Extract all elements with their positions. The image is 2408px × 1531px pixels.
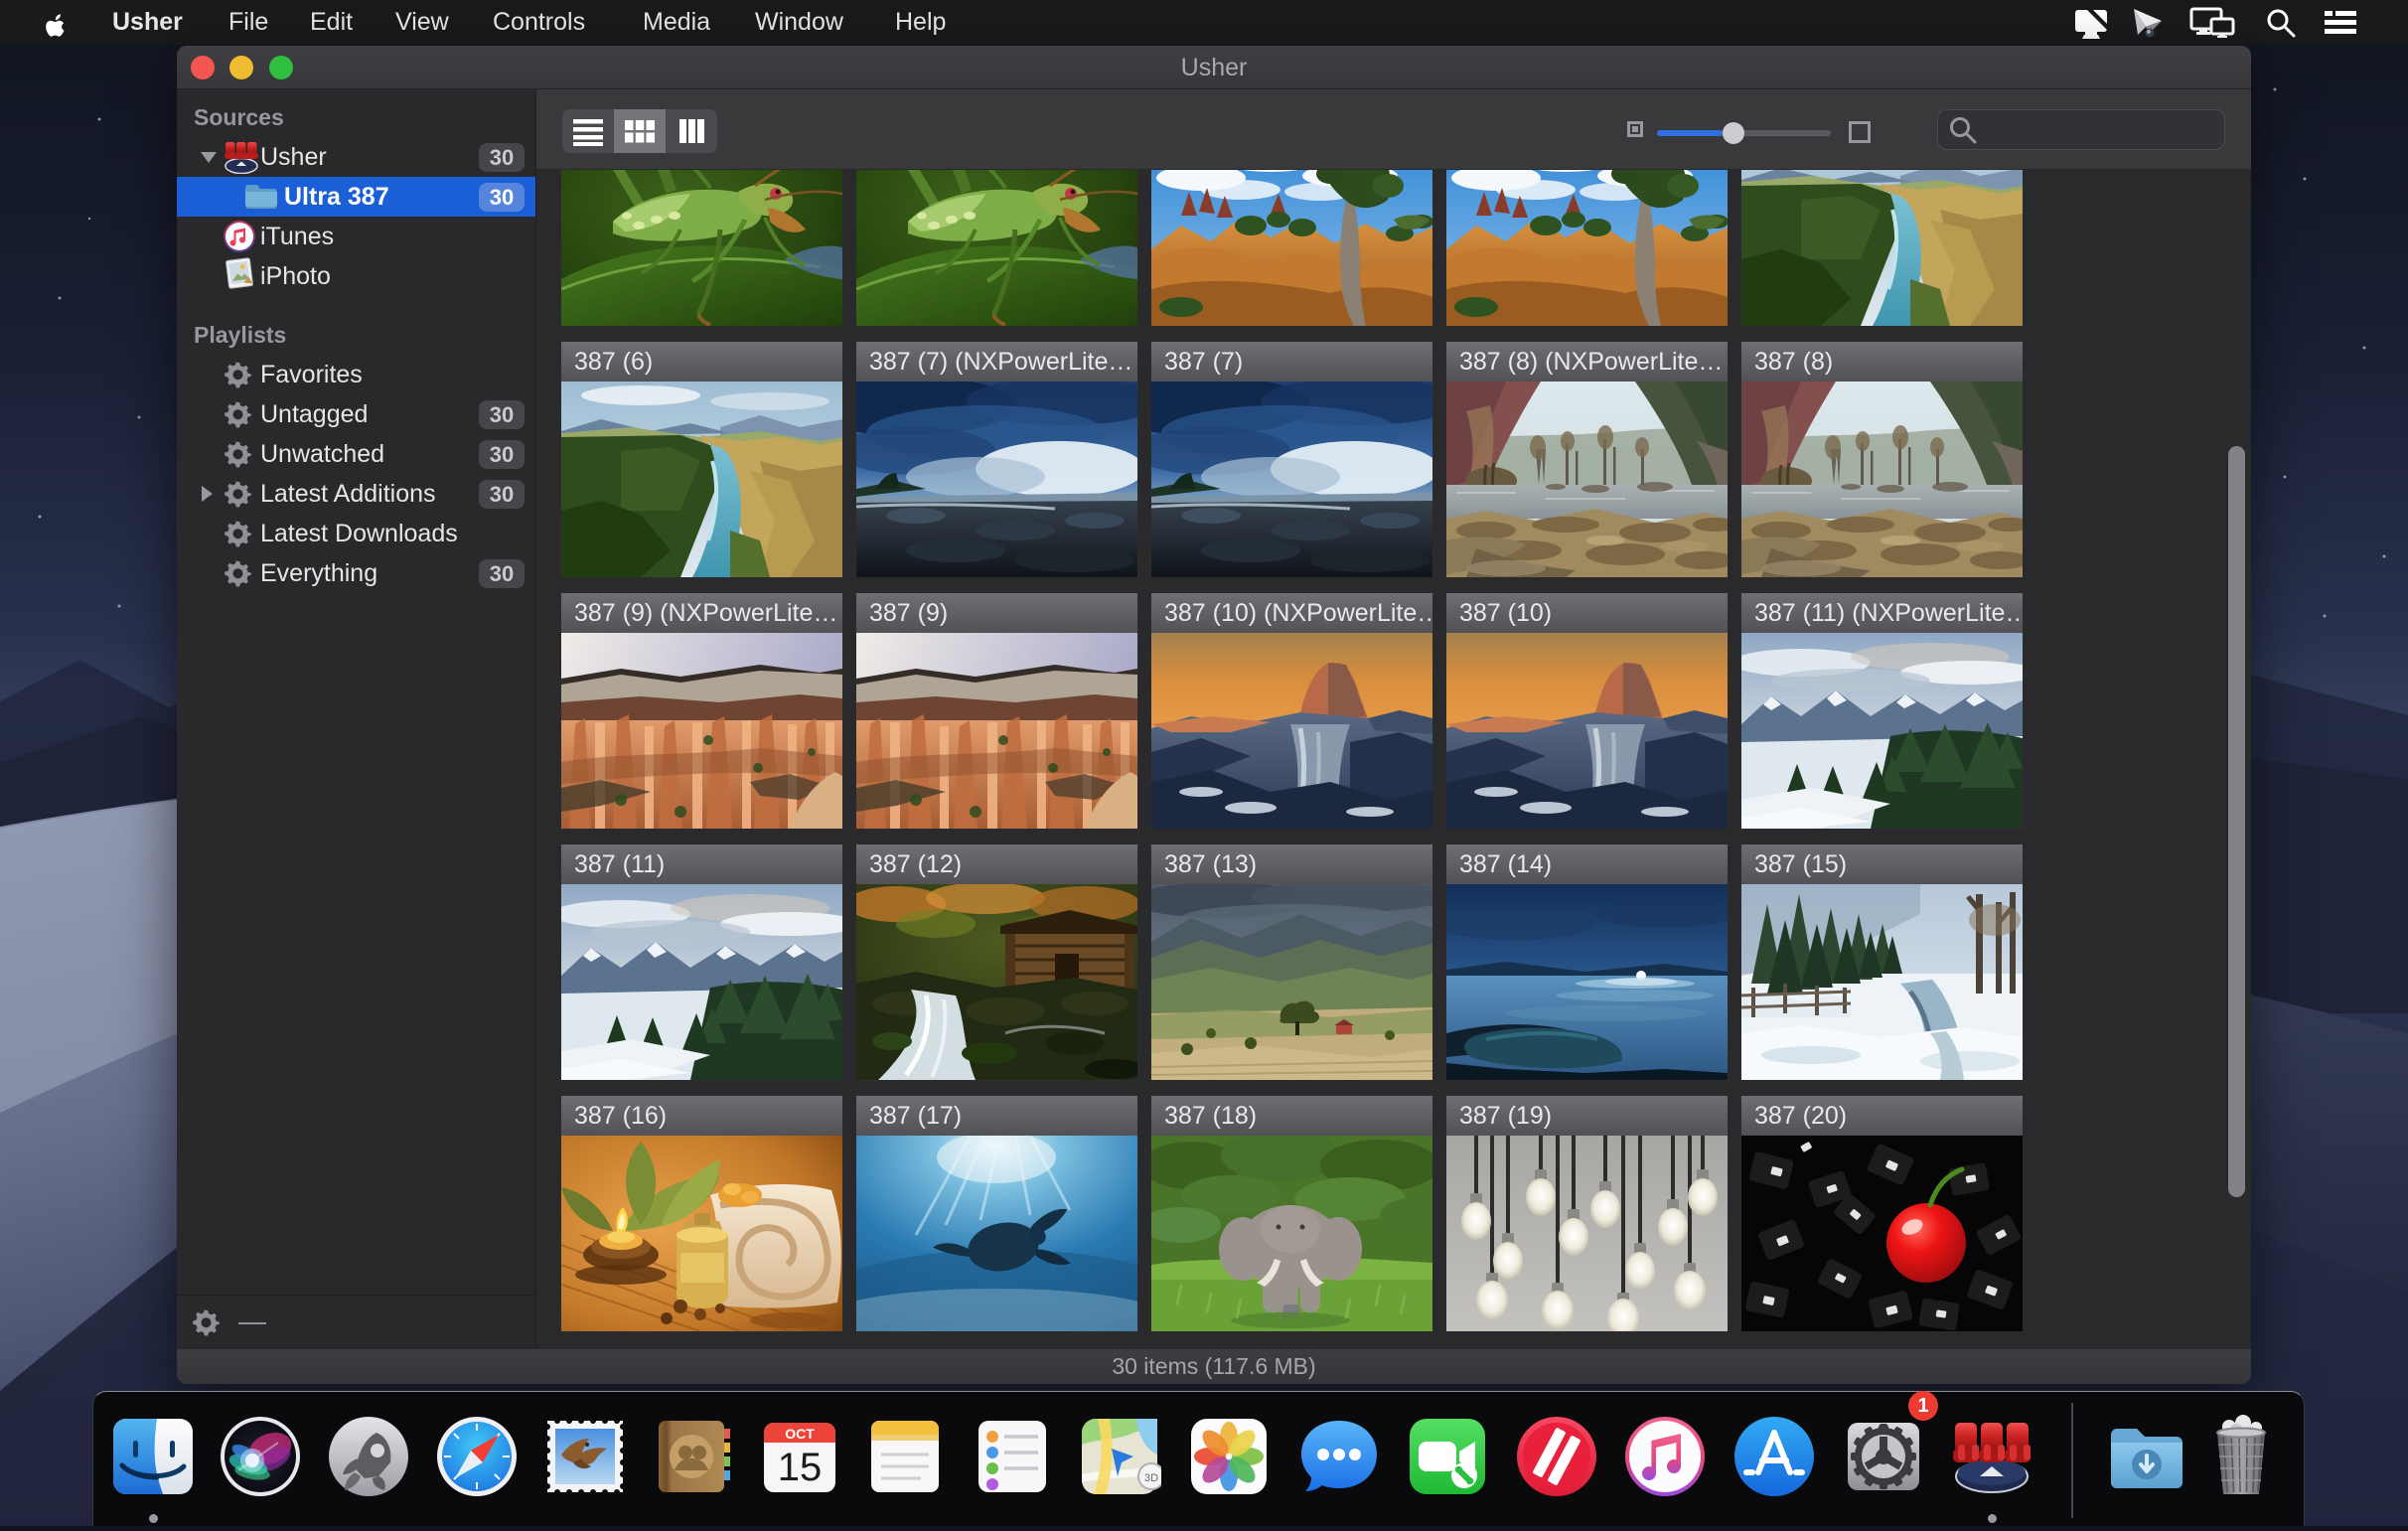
svg-text:3D: 3D [1144,1472,1158,1484]
svg-text:OCT: OCT [785,1426,815,1442]
svg-text:15: 15 [778,1446,823,1489]
